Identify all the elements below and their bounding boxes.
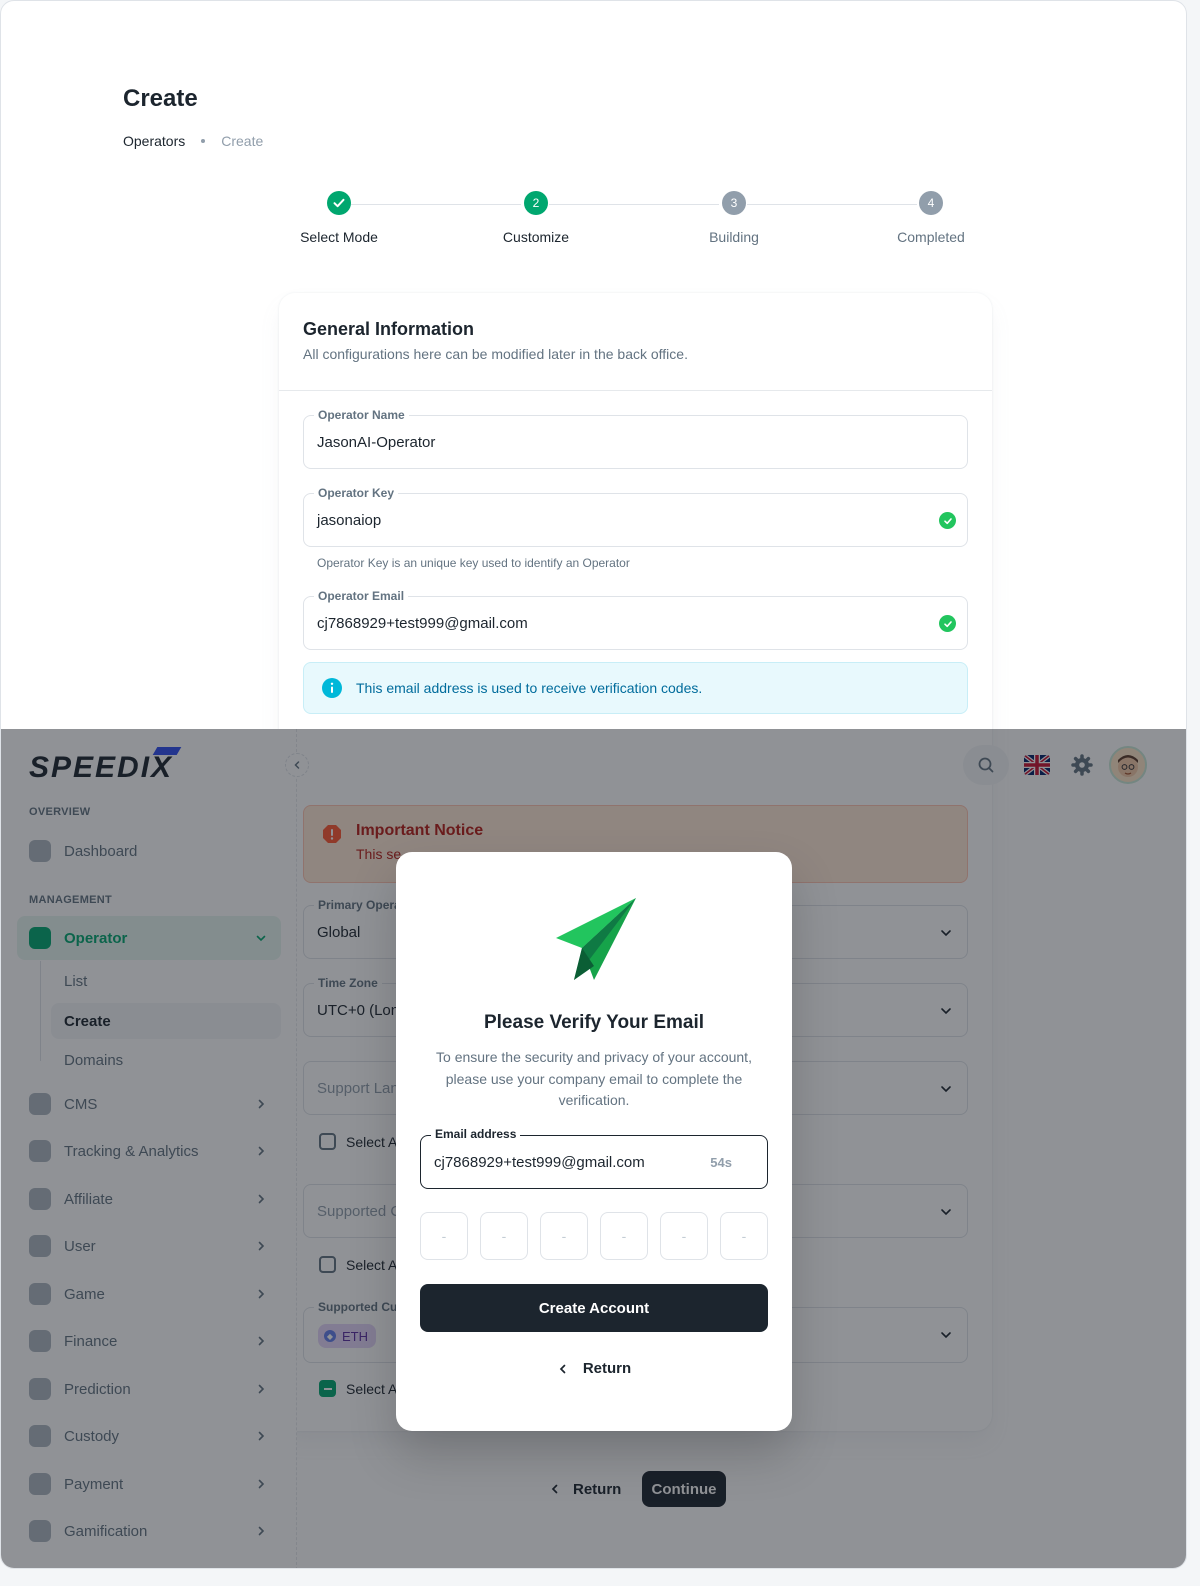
dialog-description: To ensure the security and privacy of yo… (436, 1049, 752, 1108)
otp-digit-3[interactable]: - (540, 1212, 588, 1260)
field-label: Email address (431, 1127, 521, 1141)
breadcrumb-current: Create (221, 133, 264, 149)
app-window: Create Operators Create Select Mode 2 Cu… (0, 0, 1187, 1569)
step-number: 3 (722, 191, 746, 215)
field-value: JasonAI-Operator (317, 434, 436, 451)
dialog-title: Please Verify Your Email (483, 1012, 705, 1033)
verify-email-dialog: Please Verify Your Email To ensure the s… (396, 852, 792, 1431)
otp-input-group: - - - - - - (420, 1212, 768, 1260)
resend-timer: 54s (710, 1155, 732, 1170)
paper-plane-icon (556, 898, 636, 980)
operator-email-field[interactable]: Operator Email cj7868929+test999@gmail.c… (303, 589, 968, 650)
card-header: General Information All configurations h… (279, 293, 992, 391)
breadcrumb: Operators Create (123, 133, 263, 149)
breadcrumb-separator (201, 139, 206, 143)
field-label: Operator Name (314, 408, 409, 422)
operator-name-field[interactable]: Operator Name JasonAI-Operator (303, 408, 968, 469)
otp-digit-6[interactable]: - (720, 1212, 768, 1260)
step-select-mode: Select Mode (279, 191, 399, 245)
otp-digit-5[interactable]: - (660, 1212, 708, 1260)
field-label: Operator Email (314, 589, 409, 603)
field-label: Operator Key (314, 486, 399, 500)
otp-digit-4[interactable]: - (600, 1212, 648, 1260)
check-icon (327, 191, 351, 215)
otp-digit-1[interactable]: - (420, 1212, 468, 1260)
valid-check-icon (939, 512, 956, 529)
card-title: General Information (303, 319, 475, 339)
create-account-button[interactable]: Create Account (420, 1284, 768, 1332)
page-title: Create (123, 85, 198, 112)
email-address-field[interactable]: Email address cj7868929+test999@gmail.co… (420, 1127, 768, 1189)
step-number: 2 (524, 191, 548, 215)
info-alert-text: This email address is used to receive ve… (356, 680, 703, 696)
valid-check-icon (939, 615, 956, 632)
field-value: jasonaiop (317, 512, 382, 529)
step-label: Completed (897, 229, 965, 245)
operator-key-helper: Operator Key is an unique key used to id… (317, 556, 630, 570)
step-building: 3 Building (674, 191, 794, 245)
field-value: cj7868929+test999@gmail.com (317, 615, 528, 632)
breadcrumb-operators[interactable]: Operators (123, 133, 185, 149)
field-value: cj7868929+test999@gmail.com (434, 1154, 645, 1171)
step-label: Customize (502, 229, 570, 245)
dialog-return-button[interactable]: Return (396, 1360, 792, 1377)
card-subtitle: All configurations here can be modified … (303, 346, 688, 362)
step-number: 4 (919, 191, 943, 215)
step-label: Building (709, 229, 759, 245)
otp-digit-2[interactable]: - (480, 1212, 528, 1260)
step-completed: 4 Completed (871, 191, 991, 245)
stepper: Select Mode 2 Customize 3 Building 4 Com… (279, 191, 991, 261)
operator-key-field[interactable]: Operator Key jasonaiop (303, 486, 968, 547)
info-alert: This email address is used to receive ve… (303, 662, 968, 714)
chevron-left-icon (559, 1364, 566, 1373)
info-icon (322, 678, 342, 698)
step-label: Select Mode (300, 229, 378, 245)
step-customize: 2 Customize (476, 191, 596, 245)
